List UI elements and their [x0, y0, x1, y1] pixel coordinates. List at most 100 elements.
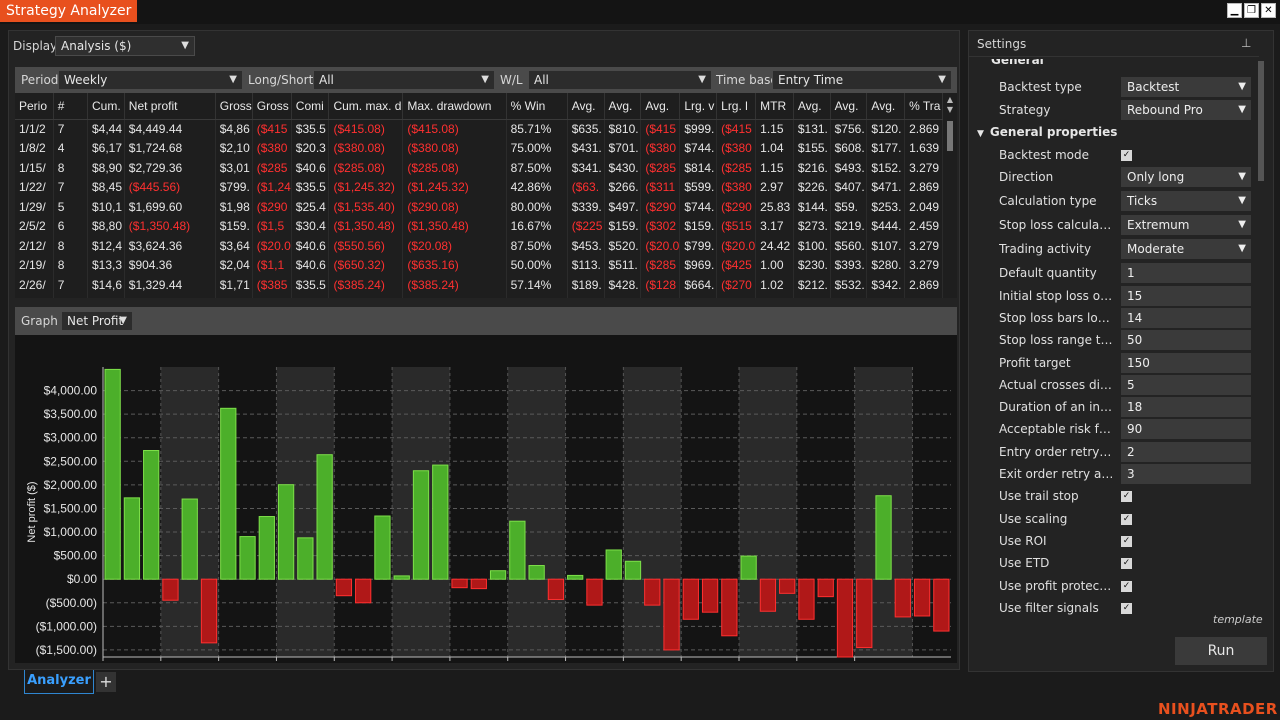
property-input[interactable]: 15: [1121, 285, 1251, 306]
table-cell: $212.: [793, 275, 831, 295]
column-header[interactable]: Avg.: [830, 93, 868, 120]
table-cell: $8,90: [87, 158, 125, 178]
property-dropdown[interactable]: Moderate ▼: [1121, 239, 1251, 260]
table-cell: 4: [53, 138, 89, 158]
period-dropdown[interactable]: Weekly ▼: [58, 70, 243, 90]
settings-scroll-thumb[interactable]: [1258, 61, 1264, 181]
column-header[interactable]: Lrg. l: [716, 93, 757, 120]
template-link[interactable]: template: [1213, 613, 1263, 626]
tab-analyzer[interactable]: Analyzer: [24, 670, 94, 694]
column-header[interactable]: Avg.: [640, 93, 681, 120]
long-short-dropdown[interactable]: All ▼: [313, 70, 495, 90]
title-bar: Strategy Analyzer ▁ ❐ ✕: [0, 0, 1280, 24]
table-cell: 1/29/: [15, 197, 54, 217]
scroll-up-icon[interactable]: ▲: [945, 95, 955, 104]
profit-bar: [509, 520, 526, 580]
property-input[interactable]: 14: [1121, 307, 1251, 328]
column-header[interactable]: Avg.: [866, 93, 906, 120]
display-dropdown[interactable]: Analysis ($) ▼: [55, 36, 195, 56]
scroll-thumb[interactable]: [947, 121, 953, 151]
column-header[interactable]: Lrg. v: [679, 93, 718, 120]
table-cell: ($380: [640, 138, 681, 158]
property-input[interactable]: 2: [1121, 441, 1251, 462]
settings-scrollbar[interactable]: [1255, 61, 1267, 635]
time-base-dropdown[interactable]: Entry Time ▼: [772, 70, 952, 90]
table-cell: $266.: [604, 177, 642, 197]
column-header[interactable]: Max. drawdown: [402, 93, 507, 120]
run-button[interactable]: Run: [1175, 637, 1267, 665]
table-row[interactable]: 1/1/2 7 $4,44 $4,449.44 $4,86 ($415 $35.5 ($415…: [15, 119, 943, 139]
minimize-icon[interactable]: ▁: [1227, 3, 1242, 18]
property-dropdown[interactable]: Extremum ▼: [1121, 215, 1251, 236]
table-body: 1/1/2 7 $4,44 $4,449.44 $4,86 ($415 $35.5 ($415…: [15, 119, 943, 298]
property-dropdown[interactable]: Ticks ▼: [1121, 191, 1251, 212]
table-cell: $230.: [793, 255, 831, 275]
table-row[interactable]: 1/8/2 4 $6,17 $1,724.68 $2,10 ($380 $20.3 ($380…: [15, 138, 943, 158]
property-input[interactable]: 50: [1121, 330, 1251, 351]
table-row[interactable]: 1/29/5 $10,1 $1,699.60 $1,98 ($290 $25.4 ($1,5…: [15, 197, 943, 217]
table-cell: $25.4: [291, 197, 330, 217]
category-general[interactable]: General: [991, 59, 1044, 67]
column-header[interactable]: Gross: [215, 93, 253, 120]
restore-icon[interactable]: ❐: [1244, 3, 1259, 18]
checkbox[interactable]: ✓: [1121, 602, 1132, 614]
time-base-value: Entry Time: [778, 73, 844, 87]
table-row[interactable]: 3/4/27$16,6$2,004.44$2,15($150$35.5($385…: [15, 294, 943, 298]
table-cell: ($311: [640, 177, 681, 197]
y-tick-label: ($1,500.00): [36, 643, 97, 657]
column-header[interactable]: Avg.: [604, 93, 642, 120]
property-input[interactable]: 150: [1121, 352, 1251, 373]
column-header[interactable]: Avg.: [567, 93, 605, 120]
column-header[interactable]: Net profit: [124, 93, 216, 120]
table-cell: $493.: [830, 158, 868, 178]
category-general-properties[interactable]: ▼ General properties: [977, 125, 1117, 139]
column-header[interactable]: MTR: [755, 93, 794, 120]
column-header[interactable]: Comi: [291, 93, 330, 120]
table-row[interactable]: 2/5/2 6 $8,80 ($1,350.48) $159. ($1,5 $30.4 ($1…: [15, 216, 943, 236]
property-input[interactable]: 1: [1121, 263, 1251, 284]
property-dropdown[interactable]: Rebound Pro ▼: [1121, 100, 1251, 120]
table-cell: $407.: [830, 177, 868, 197]
checkbox[interactable]: ✓: [1121, 580, 1132, 592]
checkbox[interactable]: ✓: [1121, 535, 1132, 547]
pin-icon[interactable]: ⊥: [1241, 36, 1251, 50]
property-input[interactable]: 3: [1121, 464, 1251, 484]
column-header[interactable]: Perio: [15, 93, 54, 120]
scroll-down-icon[interactable]: ▼: [945, 105, 955, 114]
results-table: Perio # Cum. Net profit Gross Gross Comi Cum. m…: [15, 93, 943, 298]
wl-dropdown[interactable]: All ▼: [528, 70, 712, 90]
property-input[interactable]: 90: [1121, 419, 1251, 440]
column-header[interactable]: Gross: [252, 93, 292, 120]
settings-title: Settings: [977, 37, 1027, 51]
property-dropdown[interactable]: Only long ▼: [1121, 167, 1251, 188]
checkbox[interactable]: ✓: [1121, 150, 1132, 161]
column-header[interactable]: Avg.: [793, 93, 831, 120]
checkbox[interactable]: ✓: [1121, 491, 1132, 503]
property-input[interactable]: 18: [1121, 397, 1251, 418]
table-row[interactable]: 1/22/7 $8,45 ($445.56) $799. ($1,24 $35.5 ($1,…: [15, 177, 943, 197]
property-dropdown[interactable]: Backtest ▼: [1121, 77, 1251, 97]
add-tab-button[interactable]: +: [96, 672, 116, 692]
column-header[interactable]: #: [53, 93, 89, 120]
display-value: Analysis ($): [61, 39, 132, 53]
graph-dropdown[interactable]: Net Profit ▼: [61, 311, 133, 331]
table-cell: $3,64: [215, 236, 253, 256]
close-icon[interactable]: ✕: [1261, 3, 1276, 18]
column-header[interactable]: Cum. max. d: [328, 93, 404, 120]
filter-bar: Period Weekly ▼ Long/Short All ▼ W/L All…: [15, 67, 957, 93]
table-row[interactable]: 2/19/8 $13,3 $904.36 $2,04 ($1,1 $40.6 ($650.3…: [15, 255, 943, 275]
column-header[interactable]: % Tra: [904, 93, 943, 120]
table-cell: $4,449.44: [124, 119, 216, 139]
column-header[interactable]: % Win: [506, 93, 568, 120]
property-input[interactable]: 5: [1121, 374, 1251, 395]
loss-bar: [335, 578, 353, 597]
column-header[interactable]: Cum.: [87, 93, 125, 120]
checkbox[interactable]: ✓: [1121, 513, 1132, 525]
table-row[interactable]: 2/26/7 $14,6 $1,329.44 $1,71 ($385 $35.5 ($385…: [15, 275, 943, 295]
table-scrollbar[interactable]: ▲ ▼: [943, 93, 957, 298]
table-row[interactable]: 1/15/8 $8,90 $2,729.36 $3,01 ($285 $40.6 ($285…: [15, 158, 943, 178]
x-tick-label: 19/2024: [457, 662, 501, 663]
checkbox[interactable]: ✓: [1121, 558, 1132, 570]
table-cell: $339.: [567, 197, 605, 217]
table-row[interactable]: 2/12/8 $12,4 $3,624.36 $3,64 ($20.0 $40.6 ($55…: [15, 236, 943, 256]
